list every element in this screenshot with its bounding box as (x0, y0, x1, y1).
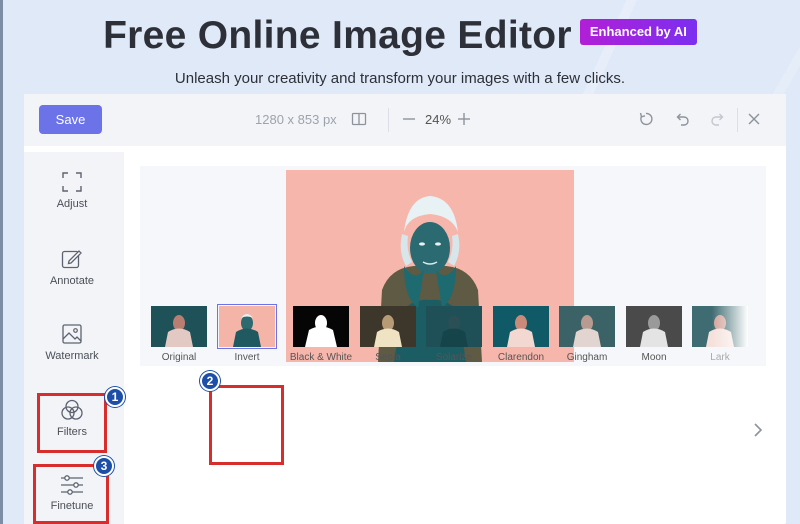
page-subtitle: Unleash your creativity and transform yo… (174, 70, 626, 87)
filter-thumbnail (692, 306, 748, 347)
close-icon[interactable] (746, 111, 762, 132)
filter-label: Gingham (566, 352, 608, 363)
tool-label: Annotate (49, 275, 95, 287)
filter-label: Black & White (289, 352, 353, 363)
filter-strip: Original Invert Black & White Sepia Sola… (126, 304, 749, 386)
filter-label: Invert (234, 352, 260, 363)
filter-label: Lark (710, 352, 730, 363)
tool-watermark[interactable]: Watermark (24, 322, 120, 362)
filter-thumbnail (151, 306, 207, 347)
filter-label: Original (161, 352, 197, 363)
chevron-right-icon[interactable] (752, 422, 764, 443)
filter-invert[interactable]: Invert (217, 304, 277, 363)
filter-thumbnail (293, 306, 349, 347)
filter-thumbnail (626, 306, 682, 347)
rotate-icon[interactable] (638, 111, 654, 132)
filter-thumbnail (360, 306, 416, 347)
filter-solarize[interactable]: Solarize (425, 306, 483, 363)
save-button[interactable]: Save (39, 105, 102, 134)
filter-sepia[interactable]: Sepia (359, 306, 417, 363)
ai-badge: Enhanced by AI (579, 19, 697, 45)
filter-thumbnail (426, 306, 482, 347)
filter-original[interactable]: Original (150, 306, 208, 363)
undo-icon[interactable] (674, 111, 690, 132)
zoom-out-icon[interactable] (402, 111, 416, 132)
hero-header: Free Online Image Editor Enhanced by AI (0, 14, 800, 58)
filter-label: Moon (641, 352, 667, 363)
filter-lark[interactable]: Lark (691, 306, 749, 363)
image-dimensions: 1280 x 853 px (255, 112, 337, 127)
zoom-in-icon[interactable] (457, 111, 471, 132)
filter-label: Sepia (375, 352, 401, 363)
tool-annotate[interactable]: Annotate (24, 247, 120, 287)
step-badge: 3 (94, 456, 114, 476)
redo-icon[interactable] (710, 111, 726, 132)
pencil-icon (61, 250, 82, 269)
filter-thumbnail (217, 304, 277, 349)
filter-label: Clarendon (497, 352, 545, 363)
highlight-invert (209, 385, 284, 465)
page-title: Free Online Image Editor (103, 14, 572, 57)
filter-gingham[interactable]: Gingham (558, 306, 616, 363)
toolbar-divider (388, 108, 389, 132)
crop-icon (62, 172, 82, 192)
tool-label: Watermark (45, 350, 99, 362)
step-badge: 2 (200, 371, 220, 391)
tool-adjust[interactable]: Adjust (24, 170, 120, 210)
editor-toolbar: Save 1280 x 853 px 24% (24, 94, 786, 146)
filter-thumbnail (559, 306, 615, 347)
tool-label: Adjust (56, 198, 88, 210)
step-badge: 1 (105, 387, 125, 407)
filter-thumbnail (493, 306, 549, 347)
filter-moon[interactable]: Moon (625, 306, 683, 363)
image-icon (62, 324, 82, 344)
compare-icon[interactable] (351, 111, 367, 132)
zoom-level: 24% (425, 112, 452, 127)
filter-black-white[interactable]: Black & White (288, 306, 354, 363)
filter-label: Solarize (435, 352, 473, 363)
toolbar-divider (737, 108, 738, 132)
highlight-filters (37, 393, 107, 453)
filter-clarendon[interactable]: Clarendon (492, 306, 550, 363)
